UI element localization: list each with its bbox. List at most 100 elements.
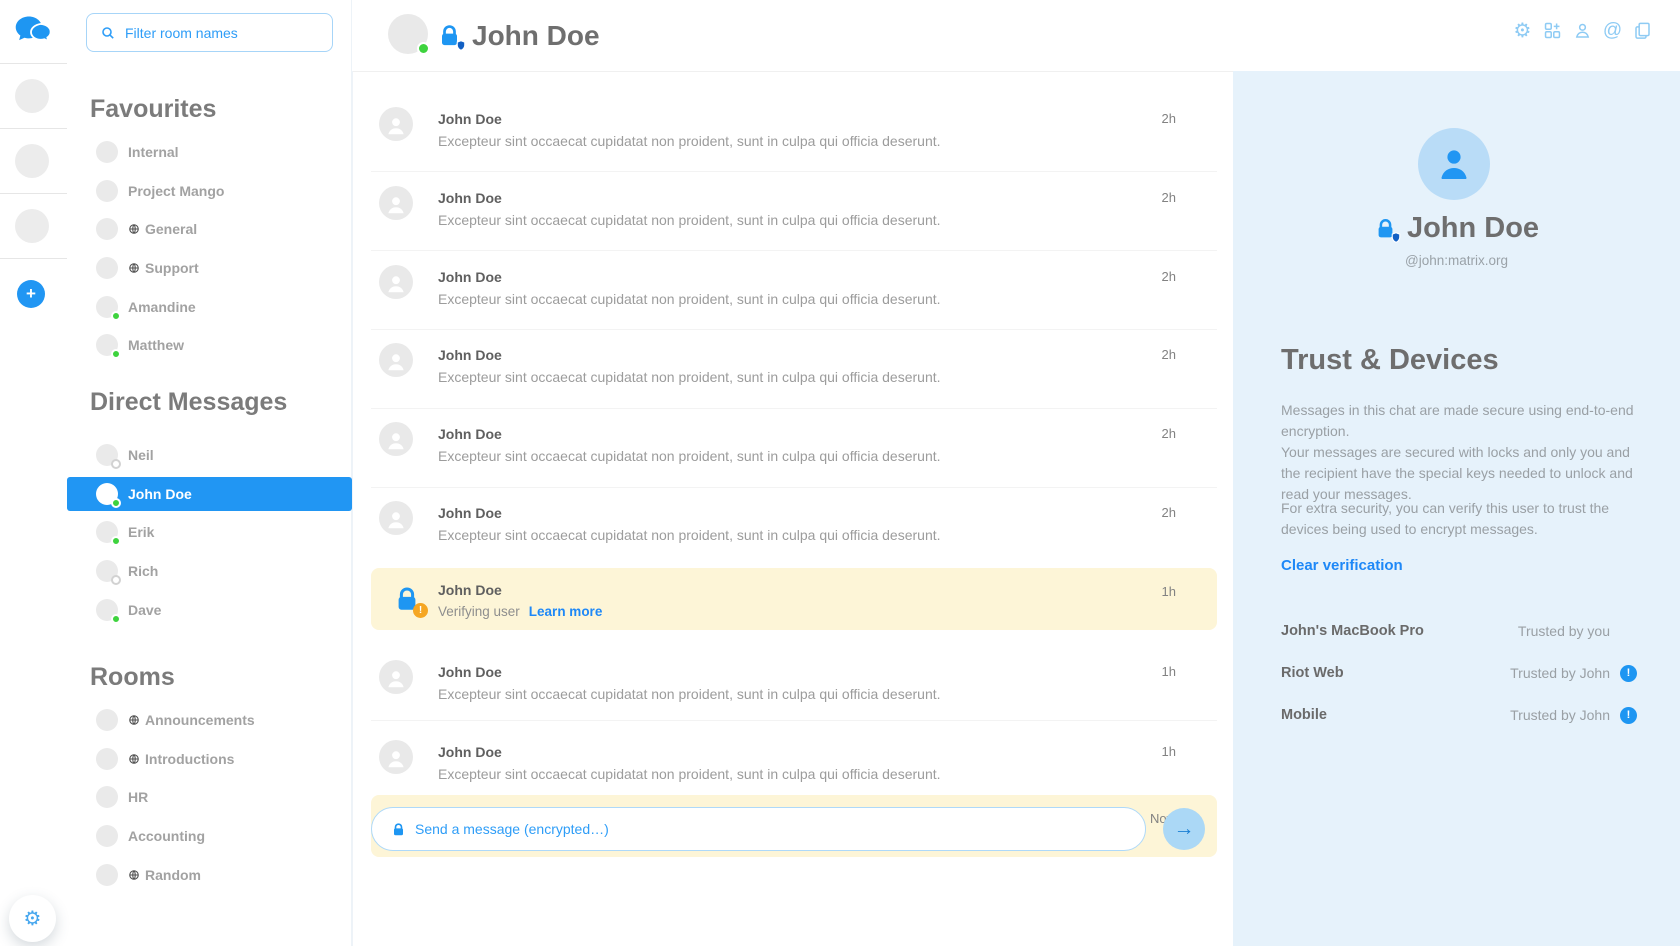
lock-icon: ! [393,584,421,614]
message-composer[interactable] [371,807,1146,851]
room-item[interactable]: HR [67,778,352,817]
room-item[interactable]: Introductions [67,740,352,779]
message-sender: John Doe [438,269,502,285]
room-avatar [96,864,118,886]
room-item[interactable]: Amandine [67,287,352,326]
encrypted-lock-icon [437,22,462,49]
room-item[interactable]: Dave [67,590,352,629]
room-list: Announcements Introductions HR Accountin… [67,701,352,894]
integrations-grid-plus-icon[interactable] [1542,20,1563,41]
message-timestamp: 2h [1162,347,1176,362]
info-icon[interactable]: ! [1620,665,1637,682]
message-sender: John Doe [438,505,502,521]
room-label: Amandine [128,299,196,315]
message-text: Excepteur sint occaecat cupidatat non pr… [438,133,941,149]
message-sender: John Doe [438,347,502,363]
room-label: Accounting [128,828,205,844]
header-actions: ⚙ @ [1512,20,1653,41]
room-avatar [96,141,118,163]
room-avatar [96,825,118,847]
room-label: Introductions [145,751,234,767]
room-settings-gear-icon[interactable]: ⚙ [1512,20,1533,41]
room-avatar [96,296,118,318]
room-item[interactable]: Project Mango [67,172,352,211]
room-item[interactable]: Erik [67,513,352,552]
chat-avatar [388,14,428,54]
presence-dot [111,459,121,469]
device-trust-status: Trusted by John [1510,665,1610,681]
files-icon[interactable] [1632,20,1653,41]
message-timestamp: 2h [1162,269,1176,284]
globe-icon [128,262,140,274]
room-filter-box[interactable] [86,13,333,52]
room-avatar [96,218,118,240]
info-icon[interactable]: ! [1620,707,1637,724]
message-row: John Doe Excepteur sint occaecat cupidat… [353,183,1234,253]
room-avatar [96,334,118,356]
message-timestamp: 2h [1162,190,1176,205]
message-sender: John Doe [438,190,502,206]
verification-event-row: ! John Doe Verifying user Learn more 1h [371,568,1217,630]
message-timestamp: 1h [1162,664,1176,679]
app-logo-chat-bubbles-icon[interactable] [13,12,53,50]
app: + ⚙ Favourites Internal Project Mango [0,0,1680,946]
person-avatar-icon [379,660,413,694]
message-timestamp: 2h [1162,111,1176,126]
room-item[interactable]: John Doe [67,475,352,514]
room-item[interactable]: Internal [67,133,352,172]
room-filter-input[interactable] [125,25,332,41]
globe-icon [128,869,140,881]
room-label: Erik [128,524,154,540]
room-item[interactable]: General [67,210,352,249]
learn-more-link[interactable]: Learn more [529,604,603,619]
device-list: John's MacBook Pro Trusted by you Riot W… [1281,610,1637,736]
rail-divider [0,258,67,259]
device-row: John's MacBook Pro Trusted by you [1281,610,1637,652]
person-avatar-icon [379,501,413,535]
person-avatar-icon [379,265,413,299]
person-avatar-icon [379,186,413,220]
room-label: Dave [128,602,161,618]
rail-room-avatar[interactable] [15,79,49,113]
room-avatar [96,483,118,505]
event-timestamp: 1h [1162,584,1176,599]
room-item[interactable]: Accounting [67,817,352,856]
room-label: Support [145,260,199,276]
room-avatar [96,786,118,808]
message-input[interactable] [415,821,1145,837]
room-item[interactable]: Matthew [67,326,352,365]
room-item[interactable]: Rich [67,552,352,591]
room-label: HR [128,789,148,805]
mentions-at-icon[interactable]: @ [1602,20,1623,41]
rail-room-avatar[interactable] [15,209,49,243]
section-title-rooms: Rooms [90,663,175,692]
device-name: John's MacBook Pro [1281,623,1424,639]
members-person-icon[interactable] [1572,20,1593,41]
room-label: Random [145,867,201,883]
rail-room-avatar[interactable] [15,144,49,178]
trust-paragraph: For extra security, you can verify this … [1281,498,1637,540]
rail-divider [0,63,67,64]
room-label: Neil [128,447,154,463]
left-rail: + ⚙ [0,0,67,946]
room-item[interactable]: Announcements [67,701,352,740]
message-timeline: John Doe Excepteur sint occaecat cupidat… [353,71,1234,871]
room-label: General [145,221,197,237]
message-sender: John Doe [438,111,502,127]
send-arrow-icon: → [1174,817,1195,841]
settings-gear-button[interactable]: ⚙ [9,895,56,942]
message-row: John Doe Excepteur sint occaecat cupidat… [353,657,1234,727]
add-room-button[interactable]: + [17,280,45,308]
message-row: John Doe Excepteur sint occaecat cupidat… [353,262,1234,332]
room-item[interactable]: Neil [67,436,352,475]
gear-icon: ⚙ [24,909,42,929]
clear-verification-link[interactable]: Clear verification [1281,557,1403,574]
room-avatar [96,180,118,202]
warning-badge-icon: ! [413,603,428,618]
room-item[interactable]: Support [67,249,352,288]
profile-name: John Doe [1407,212,1539,245]
send-button[interactable]: → [1163,808,1205,850]
room-avatar [96,444,118,466]
message-timestamp: 1h [1162,744,1176,759]
room-item[interactable]: Random [67,855,352,894]
